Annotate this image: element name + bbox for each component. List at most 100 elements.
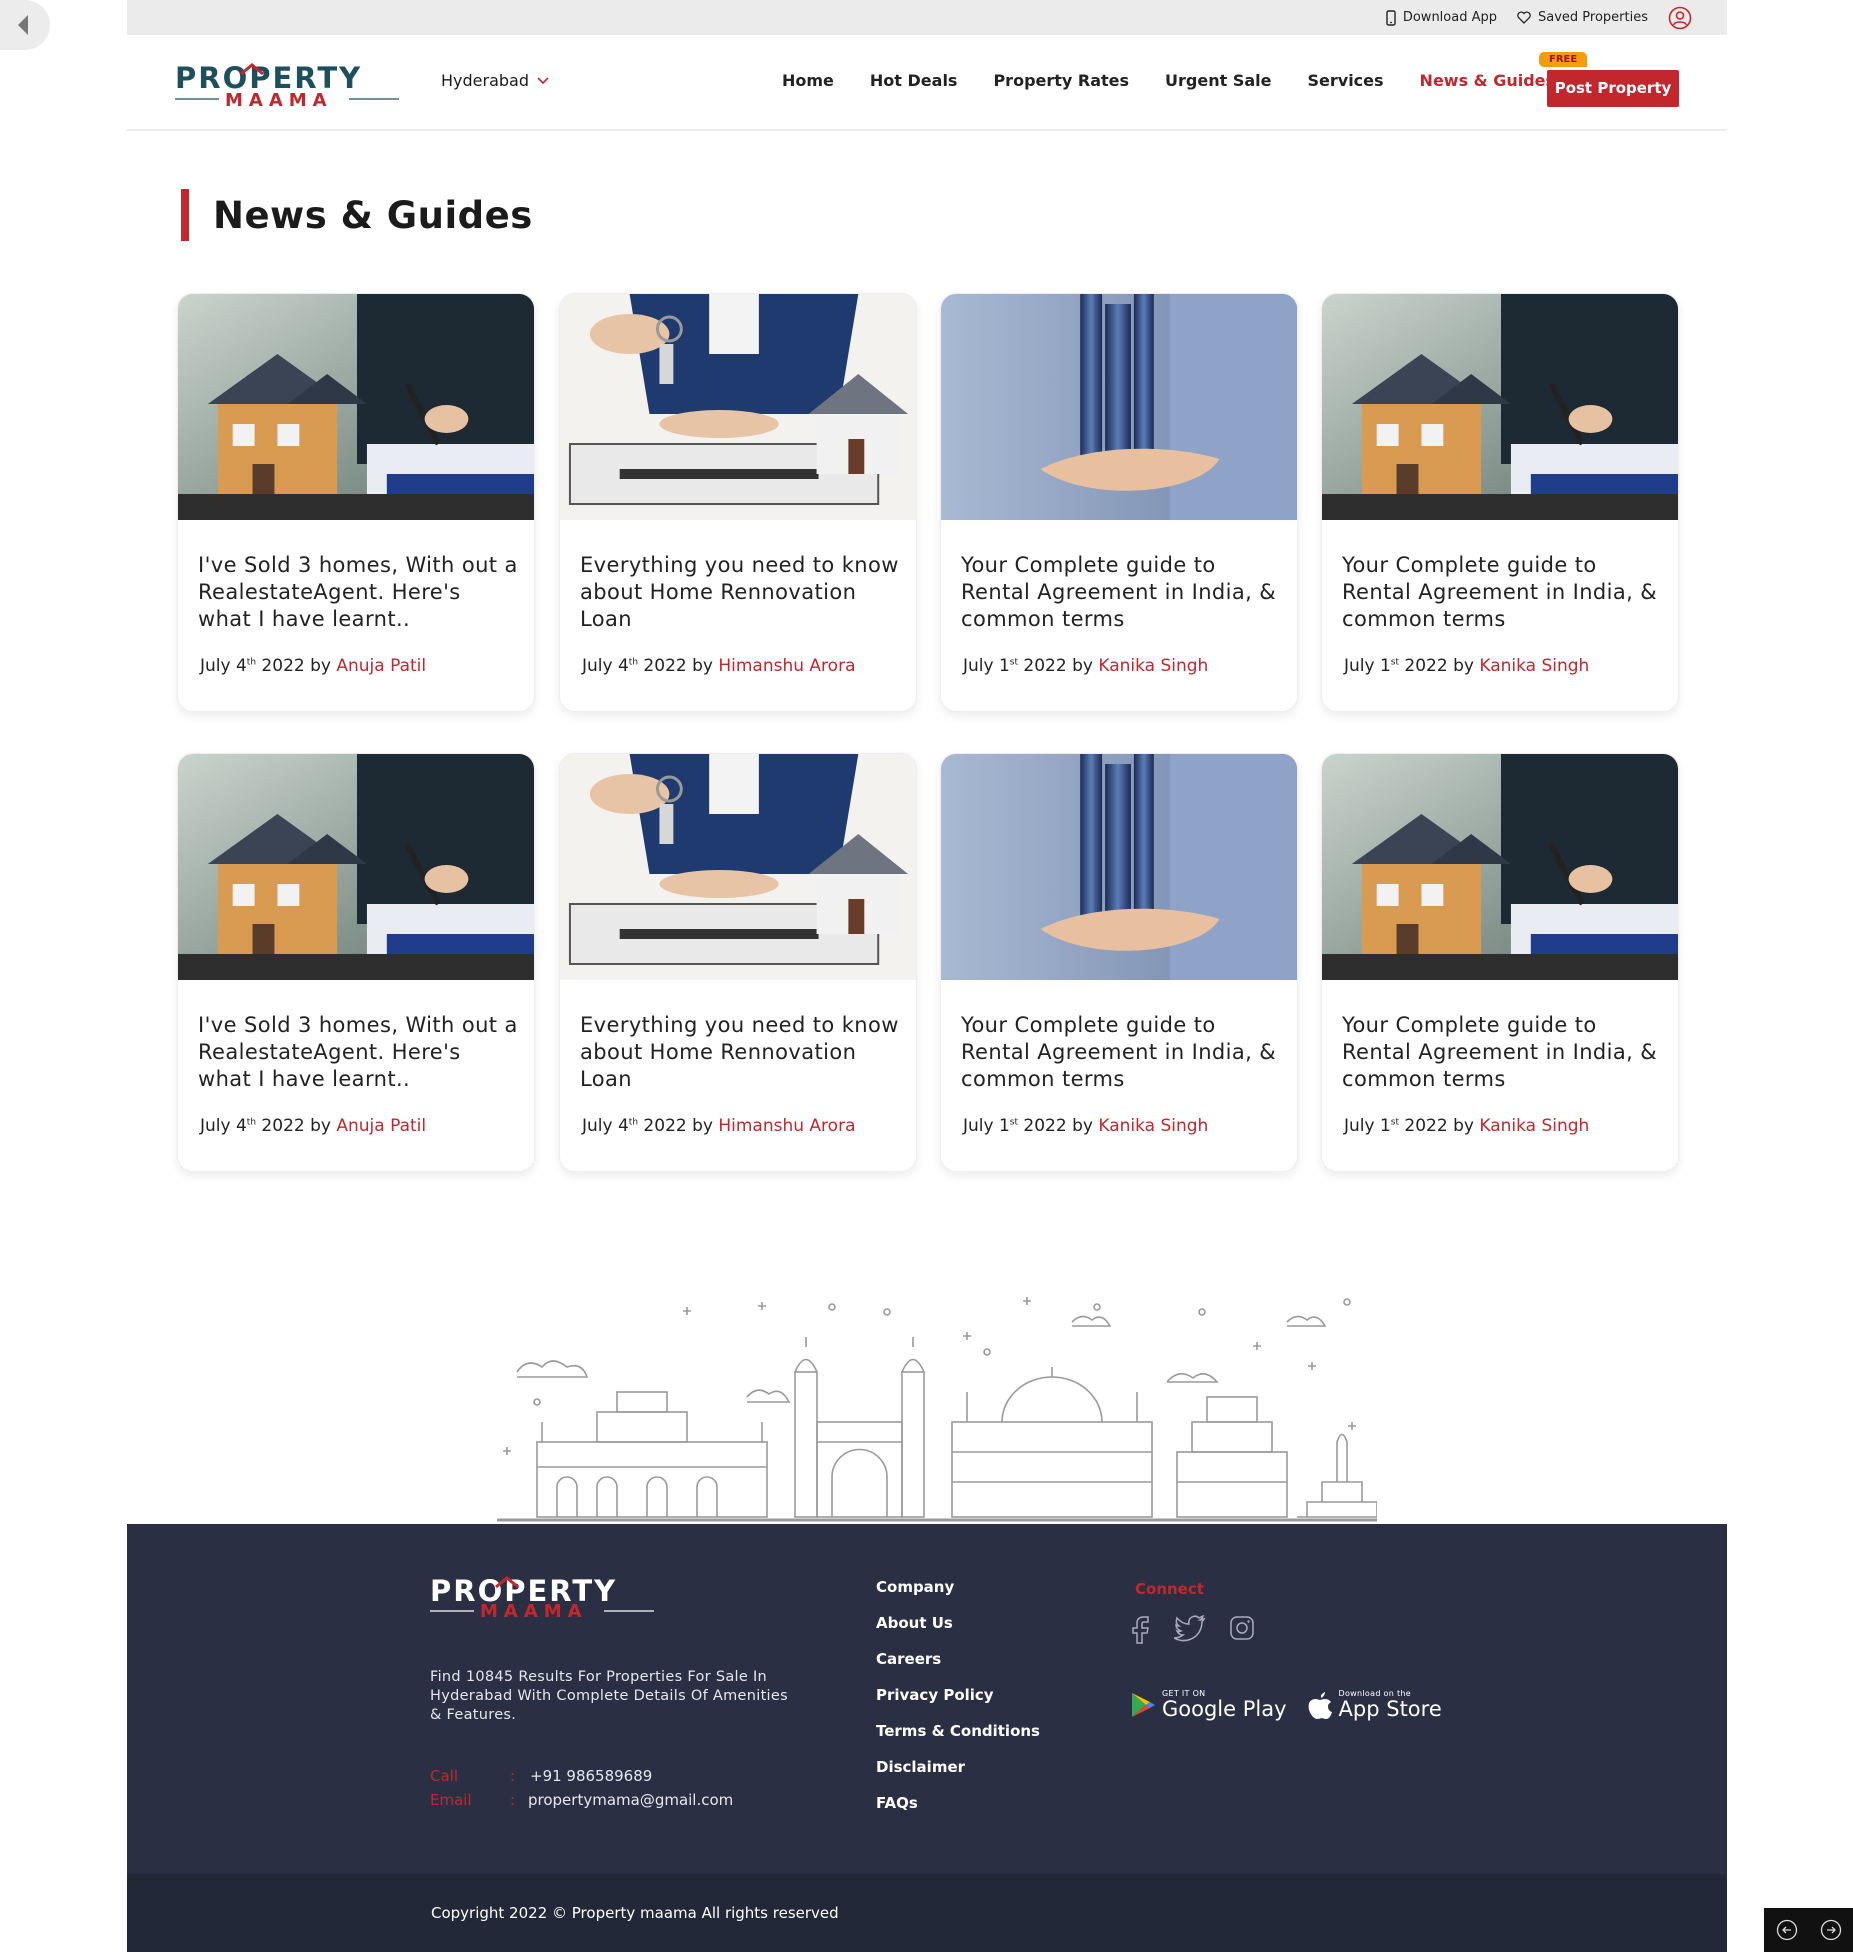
- article-author[interactable]: Kanika Singh: [1098, 1116, 1208, 1136]
- house-model-signing-image: [178, 754, 534, 980]
- footer-link-privacy-policy[interactable]: Privacy Policy: [876, 1686, 1040, 1722]
- article-title[interactable]: Your Complete guide to Rental Agreement …: [1342, 1012, 1662, 1093]
- article-author[interactable]: Kanika Singh: [1098, 656, 1208, 676]
- article-date-year: 2022 by: [1399, 656, 1480, 676]
- brand-logo[interactable]: PROPERTY MAAMA: [175, 61, 399, 111]
- contact-call-row: Call : +91 986589689: [430, 1764, 733, 1788]
- user-account-icon[interactable]: [1668, 6, 1692, 30]
- nav-services[interactable]: Services: [1308, 71, 1384, 90]
- keys-handover-image: [560, 754, 916, 980]
- footer-link-terms[interactable]: Terms & Conditions: [876, 1722, 1040, 1758]
- saved-properties-link[interactable]: Saved Properties: [1517, 10, 1648, 25]
- google-play-badge[interactable]: GET IT ON Google Play: [1130, 1689, 1287, 1720]
- email-separator: :: [510, 1791, 516, 1809]
- heading-accent-bar: [181, 189, 189, 241]
- article-card[interactable]: Your Complete guide to Rental Agreement …: [940, 753, 1298, 1172]
- article-card[interactable]: Everything you need to know about Home R…: [559, 293, 917, 712]
- hand-holding-skyscraper-image: [941, 754, 1297, 980]
- footer-link-careers[interactable]: Careers: [876, 1650, 1040, 1686]
- article-card[interactable]: I've Sold 3 homes, With out a Realestate…: [177, 753, 535, 1172]
- house-model-signing-image: [178, 294, 534, 520]
- article-title[interactable]: Your Complete guide to Rental Agreement …: [1342, 552, 1662, 633]
- arrow-right-circle-icon[interactable]: [1820, 1919, 1842, 1941]
- article-date: July 4: [582, 656, 629, 676]
- article-author[interactable]: Kanika Singh: [1479, 656, 1589, 676]
- logo-text-maama: MAAMA: [225, 90, 333, 110]
- download-app-link[interactable]: Download App: [1386, 9, 1497, 26]
- article-title[interactable]: I've Sold 3 homes, With out a Realestate…: [198, 552, 518, 633]
- footer-link-disclaimer[interactable]: Disclaimer: [876, 1758, 1040, 1794]
- article-card[interactable]: I've Sold 3 homes, With out a Realestate…: [177, 293, 535, 712]
- arrow-left-circle-icon[interactable]: [1776, 1919, 1798, 1941]
- date-suffix: th: [246, 657, 257, 668]
- page: Download App Saved Properties PROPERTY M…: [127, 0, 1727, 1952]
- city-selector[interactable]: Hyderabad: [441, 71, 549, 90]
- footer-link-about-us[interactable]: About Us: [876, 1614, 1040, 1650]
- download-app-label: Download App: [1402, 10, 1497, 25]
- date-suffix: st: [1390, 1117, 1400, 1128]
- twitter-icon[interactable]: [1174, 1614, 1206, 1642]
- article-title[interactable]: Your Complete guide to Rental Agreement …: [961, 1012, 1281, 1093]
- article-author[interactable]: Himanshu Arora: [718, 1116, 855, 1136]
- article-date: July 1: [1344, 656, 1391, 676]
- article-meta: July 4th 2022 by Anuja Patil: [200, 656, 426, 676]
- article-card[interactable]: Your Complete guide to Rental Agreement …: [940, 293, 1298, 712]
- article-author[interactable]: Anuja Patil: [336, 656, 426, 676]
- footer: PROPERTY MAAMA Find 10845 Results For Pr…: [127, 1524, 1727, 1874]
- footer-description: Find 10845 Results For Properties For Sa…: [430, 1669, 788, 1723]
- article-meta: July 1st 2022 by Kanika Singh: [1344, 656, 1589, 676]
- keys-handover-image: [560, 294, 916, 520]
- back-button[interactable]: [0, 0, 50, 50]
- social-links: [1130, 1614, 1256, 1644]
- hyderabad-skyline-illustration: [497, 1297, 1377, 1522]
- post-property: FREE Post Property: [1539, 52, 1679, 107]
- date-suffix: th: [628, 1117, 639, 1128]
- article-date-year: 2022 by: [256, 1116, 337, 1136]
- article-title[interactable]: I've Sold 3 homes, With out a Realestate…: [198, 1012, 518, 1093]
- article-card[interactable]: Your Complete guide to Rental Agreement …: [1321, 293, 1679, 712]
- footer-logo-mark: PROPERTY MAAMA: [430, 1574, 654, 1622]
- article-card[interactable]: Your Complete guide to Rental Agreement …: [1321, 753, 1679, 1172]
- article-author[interactable]: Anuja Patil: [336, 1116, 426, 1136]
- nav-property-rates[interactable]: Property Rates: [993, 71, 1129, 90]
- article-date-year: 2022 by: [638, 1116, 719, 1136]
- article-title[interactable]: Everything you need to know about Home R…: [580, 552, 900, 633]
- hand-holding-skyscraper-image: [941, 294, 1297, 520]
- article-meta: July 1st 2022 by Kanika Singh: [1344, 1116, 1589, 1136]
- article-date-year: 2022 by: [1018, 1116, 1099, 1136]
- call-separator: :: [510, 1767, 516, 1785]
- article-card[interactable]: Everything you need to know about Home R…: [559, 753, 917, 1172]
- house-model-signing-image: [1322, 754, 1678, 980]
- article-meta: July 1st 2022 by Kanika Singh: [963, 1116, 1208, 1136]
- nav-urgent-sale[interactable]: Urgent Sale: [1165, 71, 1271, 90]
- footer-link-faqs[interactable]: FAQs: [876, 1794, 1040, 1830]
- date-suffix: st: [1009, 657, 1019, 668]
- footer-logo[interactable]: PROPERTY MAAMA: [430, 1574, 654, 1623]
- article-date-year: 2022 by: [1399, 1116, 1480, 1136]
- article-author[interactable]: Kanika Singh: [1479, 1116, 1589, 1136]
- article-title[interactable]: Everything you need to know about Home R…: [580, 1012, 900, 1093]
- brand-logo-mark: PROPERTY MAAMA: [175, 61, 399, 111]
- nav-home[interactable]: Home: [782, 71, 834, 90]
- call-value[interactable]: +91 986589689: [530, 1764, 652, 1788]
- apple-icon: [1308, 1691, 1332, 1719]
- email-value[interactable]: propertymama@gmail.com: [528, 1788, 733, 1812]
- article-date: July 1: [963, 1116, 1010, 1136]
- chevron-down-icon: [537, 76, 549, 84]
- article-date-year: 2022 by: [256, 656, 337, 676]
- nav-hot-deals[interactable]: Hot Deals: [870, 71, 958, 90]
- article-title[interactable]: Your Complete guide to Rental Agreement …: [961, 552, 1281, 633]
- post-property-button[interactable]: Post Property: [1547, 70, 1679, 107]
- facebook-icon[interactable]: [1130, 1614, 1152, 1644]
- footer-link-company[interactable]: Company: [876, 1578, 1040, 1614]
- article-date: July 4: [582, 1116, 629, 1136]
- nav-news-guides[interactable]: News & Guides: [1420, 71, 1555, 90]
- app-store-badge[interactable]: Download on the App Store: [1307, 1689, 1442, 1720]
- article-author[interactable]: Himanshu Arora: [718, 656, 855, 676]
- house-model-signing-image: [1322, 294, 1678, 520]
- footer-bottom-bar: Copyright 2022 © Property maama All righ…: [127, 1874, 1727, 1952]
- email-label: Email: [430, 1791, 472, 1809]
- instagram-icon[interactable]: [1228, 1614, 1256, 1642]
- google-play-label: Google Play: [1162, 1697, 1287, 1721]
- date-suffix: st: [1009, 1117, 1019, 1128]
